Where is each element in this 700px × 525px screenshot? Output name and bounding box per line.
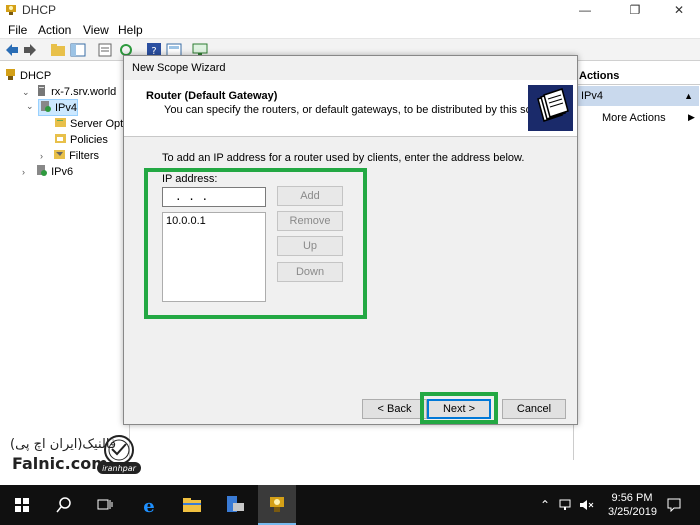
server-options-icon <box>55 118 66 127</box>
notifications-icon[interactable] <box>666 498 682 512</box>
watermark-badge-logo: iranhpar <box>93 432 145 476</box>
tree-item-server-options[interactable]: Server Opti <box>54 116 126 132</box>
actions-pane: Actions IPv4 ▲ More Actions ▶ <box>573 62 700 460</box>
menu-view[interactable]: View <box>83 23 109 37</box>
menu-file[interactable]: File <box>8 23 27 37</box>
actions-header: Actions <box>574 68 700 85</box>
dhcp-app-icon <box>6 5 16 15</box>
svg-text:iranhpar: iranhpar <box>102 464 137 473</box>
ipv6-icon <box>37 165 48 176</box>
title-bar: DHCP — ❐ ✕ <box>0 0 700 20</box>
submenu-arrow-icon: ▶ <box>688 112 695 122</box>
dhcp-taskbar-icon <box>270 497 284 512</box>
console-tree: DHCP ⌄ rx-7.srv.world IPv4 ⌄ Server Opti… <box>0 62 130 460</box>
new-scope-wizard-dialog: New Scope Wizard Router (Default Gateway… <box>123 55 578 425</box>
menu-help[interactable]: Help <box>118 23 143 37</box>
clock[interactable]: 9:56 PM 3/25/2019 <box>608 491 657 519</box>
collapse-up-icon[interactable]: ▲ <box>684 86 693 106</box>
volume-muted-icon[interactable] <box>578 498 594 512</box>
taskbar: e ⌃ 9:56 PM 3/25/2019 <box>0 485 700 525</box>
dhcp-icon <box>6 69 15 80</box>
highlight-box-ip-section <box>144 168 367 319</box>
expand-chevron-icon[interactable]: › <box>40 151 50 161</box>
window-title: DHCP <box>22 3 57 17</box>
tree-item-policies[interactable]: Policies <box>54 132 108 148</box>
minimize-button[interactable]: — <box>562 0 608 20</box>
tray-chevron-up-icon[interactable]: ⌃ <box>540 498 550 512</box>
menu-bar: File Action View Help <box>0 20 700 39</box>
wizard-documents-icon <box>528 85 573 131</box>
file-explorer-icon[interactable] <box>180 493 204 517</box>
dialog-title: New Scope Wizard <box>132 62 226 74</box>
policies-icon <box>55 134 66 143</box>
ipv4-icon <box>41 101 51 112</box>
svg-text:e: e <box>143 496 154 517</box>
folder-up-icon[interactable] <box>50 42 66 58</box>
instruction-text: To add an IP address for a router used b… <box>162 152 525 164</box>
actions-section-ipv4[interactable]: IPv4 ▲ <box>575 86 699 106</box>
highlight-box-next <box>420 392 498 424</box>
tree-item-ipv6[interactable]: › IPv6 <box>22 164 73 180</box>
page-heading: Router (Default Gateway) <box>146 90 278 102</box>
dialog-header: Router (Default Gateway) You can specify… <box>124 80 577 137</box>
page-subheading: You can specify the routers, or default … <box>164 104 553 116</box>
menu-action[interactable]: Action <box>38 23 71 37</box>
search-icon[interactable] <box>52 493 76 517</box>
task-view-icon[interactable] <box>93 493 117 517</box>
more-actions-link[interactable]: More Actions <box>602 112 666 124</box>
cancel-button[interactable]: Cancel <box>502 399 566 419</box>
windows-start-icon[interactable] <box>10 493 34 517</box>
collapse-chevron-icon[interactable]: ⌄ <box>26 100 36 116</box>
forward-arrow-icon[interactable] <box>22 42 38 58</box>
tree-item-filters[interactable]: › Filters <box>40 148 99 164</box>
collapse-chevron-icon[interactable]: ⌄ <box>22 87 32 98</box>
filters-icon <box>54 150 66 159</box>
tree-item-dhcp[interactable]: DHCP <box>4 68 51 84</box>
close-button[interactable]: ✕ <box>656 0 700 20</box>
restore-button[interactable]: ❐ <box>612 0 658 20</box>
server-icon <box>38 85 46 96</box>
back-button[interactable]: < Back <box>362 399 427 419</box>
show-hide-tree-icon[interactable] <box>70 42 86 58</box>
server-manager-icon[interactable] <box>223 493 247 517</box>
tree-item-server[interactable]: ⌄ rx-7.srv.world <box>22 84 116 100</box>
network-icon[interactable] <box>558 498 574 512</box>
tree-item-ipv4[interactable]: IPv4 <box>38 99 78 116</box>
expand-chevron-icon[interactable]: › <box>22 167 32 177</box>
taskbar-dhcp-active[interactable] <box>258 485 296 525</box>
back-arrow-icon[interactable] <box>4 42 20 58</box>
internet-explorer-icon[interactable]: e <box>137 493 161 517</box>
properties-icon[interactable] <box>97 42 113 58</box>
